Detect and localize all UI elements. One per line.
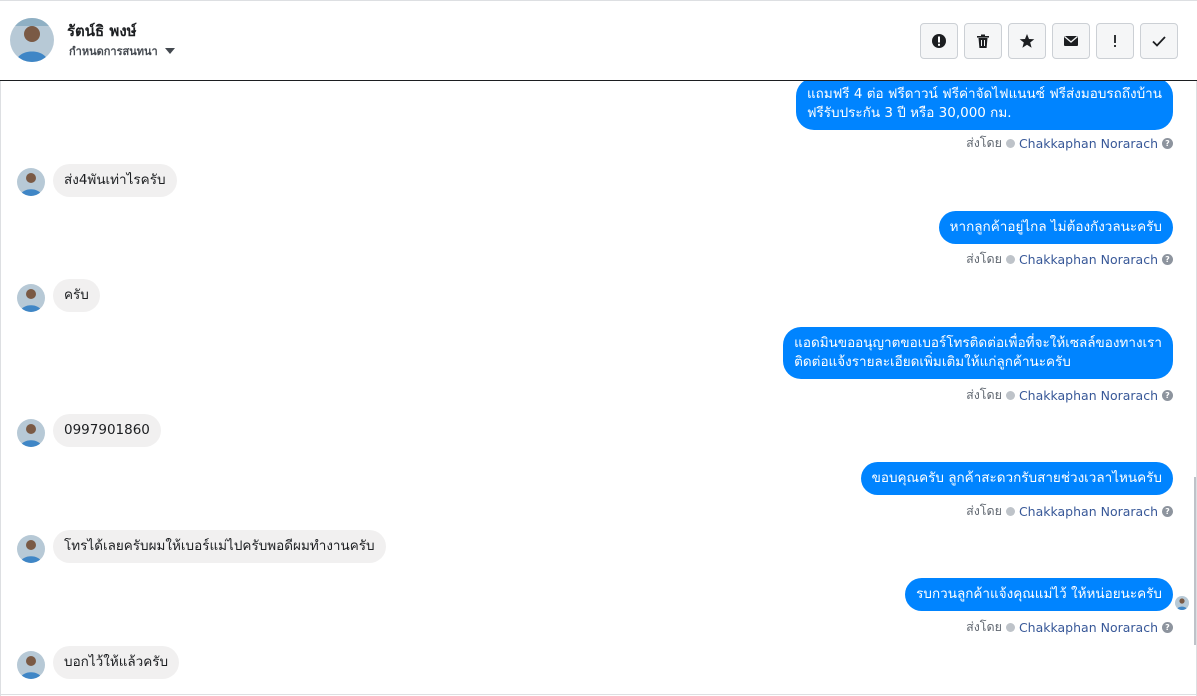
outgoing-message[interactable]: แถมฟรี 4 ต่อ ฟรีดาวน์ ฟรีค่าจัดไฟแนนซ์ ฟ… (795, 81, 1173, 130)
sent-by-line: ส่งโดย Chakkaphan Norarach ? (966, 133, 1173, 153)
conversation-status-label: กำหนดการสนทนา (69, 45, 158, 58)
sender-avatar (17, 651, 45, 679)
verified-dot-icon (1005, 138, 1015, 148)
exclamation-icon (1107, 33, 1123, 49)
sent-by-line: ส่งโดย Chakkaphan Norarach ? (966, 249, 1173, 269)
sent-by-label: ส่งโดย (966, 387, 1002, 402)
incoming-message[interactable]: 0997901860 (53, 414, 161, 447)
agent-name[interactable]: Chakkaphan Norarach (1019, 136, 1158, 151)
verified-dot-icon (1005, 506, 1015, 516)
mark-unread-button[interactable] (1052, 23, 1090, 59)
outgoing-message[interactable]: รบกวนลูกค้าแจ้งคุณแม่ไว้ ให้หน่อยนะครับ (905, 578, 1173, 611)
sent-by-label: ส่งโดย (966, 503, 1002, 518)
delete-button[interactable] (964, 23, 1002, 59)
help-icon[interactable]: ? (1162, 621, 1173, 633)
help-icon[interactable]: ? (1162, 137, 1173, 149)
help-icon[interactable]: ? (1162, 253, 1173, 265)
follow-up-button[interactable] (1096, 23, 1134, 59)
sent-by-line: ส่งโดย Chakkaphan Norarach ? (966, 617, 1173, 637)
sender-avatar (17, 535, 45, 563)
envelope-icon (1063, 33, 1079, 49)
help-icon[interactable]: ? (1162, 505, 1173, 517)
outgoing-message[interactable]: แอดมินขออนุญาตขอเบอร์โทรติดต่อเพื่อที่จะ… (783, 327, 1173, 379)
verified-dot-icon (1005, 254, 1015, 264)
sent-by-line: ส่งโดย Chakkaphan Norarach ? (966, 385, 1173, 405)
contact-name[interactable]: รัตน์ธิ พงษ์ (67, 19, 137, 43)
agent-name[interactable]: Chakkaphan Norarach (1019, 504, 1158, 519)
message-thread[interactable]: แถมฟรี 4 ต่อ ฟรีดาวน์ ฟรีค่าจัดไฟแนนซ์ ฟ… (0, 81, 1197, 696)
alert-circle-icon (931, 33, 947, 49)
verified-dot-icon (1005, 622, 1015, 632)
seen-avatar (1175, 596, 1189, 610)
contact-avatar[interactable] (10, 18, 54, 62)
agent-name[interactable]: Chakkaphan Norarach (1019, 388, 1158, 403)
incoming-message[interactable]: บอกไว้ให้แล้วครับ (53, 646, 180, 679)
incoming-message[interactable]: ส่ง4พันเท่าไรครับ (53, 164, 177, 197)
divider (0, 694, 1197, 695)
help-icon[interactable]: ? (1162, 389, 1173, 401)
star-icon (1019, 33, 1035, 49)
thread-scrollbar[interactable] (1194, 477, 1196, 645)
sender-avatar (17, 168, 45, 196)
conversation-status-dropdown[interactable]: กำหนดการสนทนา (69, 42, 175, 60)
outgoing-message[interactable]: หากลูกค้าอยู่ไกล ไม่ต้องกังวลนะครับ (938, 211, 1173, 244)
verified-dot-icon (1005, 390, 1015, 400)
conversation-header: รัตน์ธิ พงษ์ กำหนดการสนทนา (0, 0, 1197, 81)
sender-avatar (17, 284, 45, 312)
agent-name[interactable]: Chakkaphan Norarach (1019, 252, 1158, 267)
incoming-message[interactable]: ครับ (53, 279, 100, 312)
sender-avatar (17, 419, 45, 447)
sent-by-label: ส่งโดย (966, 135, 1002, 150)
mark-done-button[interactable] (1140, 23, 1178, 59)
outgoing-message[interactable]: ขอบคุณครับ ลูกค้าสะดวกรับสายช่วงเวลาไหนค… (860, 462, 1173, 495)
caret-down-icon (164, 48, 175, 54)
trash-icon (975, 33, 991, 49)
star-button[interactable] (1008, 23, 1046, 59)
agent-name[interactable]: Chakkaphan Norarach (1019, 620, 1158, 635)
sent-by-label: ส่งโดย (966, 619, 1002, 634)
sent-by-label: ส่งโดย (966, 251, 1002, 266)
sent-by-line: ส่งโดย Chakkaphan Norarach ? (966, 501, 1173, 521)
incoming-message[interactable]: โทรได้เลยครับผมให้เบอร์แม่ไปครับพอดีผมทำ… (53, 530, 386, 563)
spam-button[interactable] (920, 23, 958, 59)
check-icon (1151, 33, 1167, 49)
conversation-toolbar (920, 23, 1178, 59)
